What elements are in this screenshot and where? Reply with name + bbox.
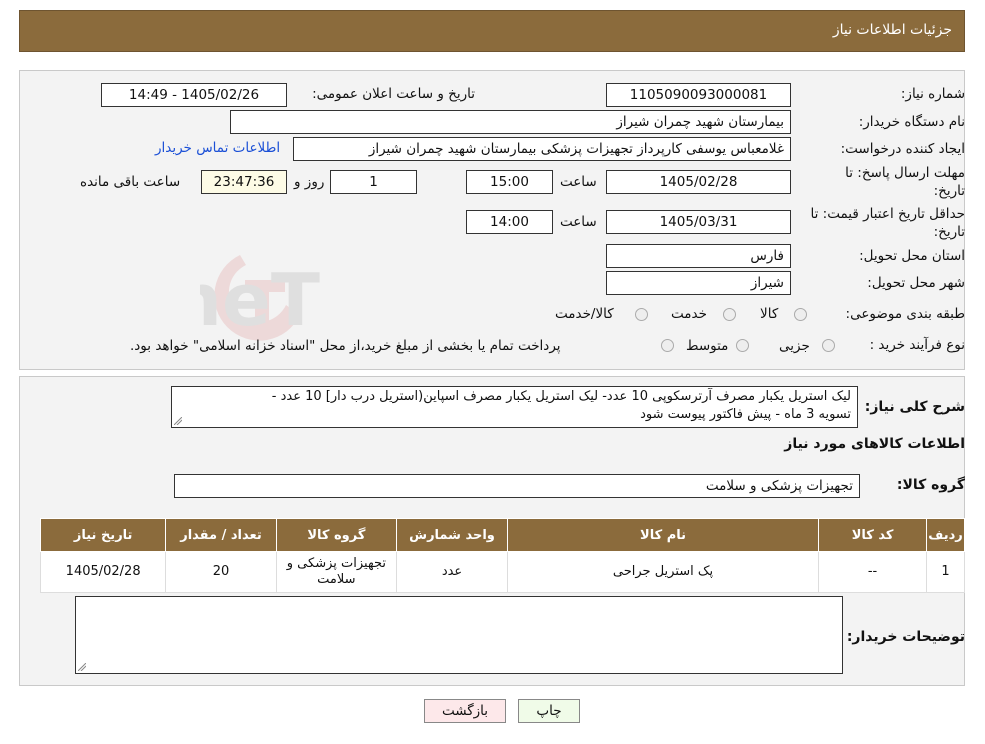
deadline-time-field: 15:00 [466,170,553,194]
deadline-label: مهلت ارسال پاسخ: تا [845,165,965,181]
goods-table-header: ردیف کد کالا نام کالا واحد شمارش گروه کا… [39,518,965,552]
province-field: فارس [606,244,791,268]
remaining-time-field: 23:47:36 [201,170,287,194]
city-field: شیراز [606,271,791,295]
col-name: نام کالا [506,518,820,552]
category-label: طبقه بندی موضوعی: [845,306,965,322]
contact-buyer-link[interactable]: اطلاعات تماس خریدار [155,140,280,156]
process-minor-label: جزیی [779,338,810,354]
col-code: کد کالا [818,518,928,552]
validity-date-field: 1405/03/31 [606,210,791,234]
process-treasury-checkbox[interactable] [661,339,674,352]
col-group: گروه کالا [275,518,398,552]
page-title: جزئیات اطلاعات نیاز [832,22,952,38]
validity-time-field: 14:00 [466,210,553,234]
goods-group-field: تجهیزات پزشکی و سلامت [174,474,860,498]
category-goods-service-radio[interactable] [635,308,648,321]
summary-label: شرح کلی نیاز: [864,399,965,415]
days-field: 1 [330,170,417,194]
page-header: جزئیات اطلاعات نیاز [19,10,965,52]
deadline-label-2: تاریخ: [933,183,965,199]
process-medium-radio[interactable] [736,339,749,352]
category-goods-label: کالا [760,306,779,322]
remaining-label: ساعت باقی مانده [80,174,181,190]
cell-group: تجهیزات پزشکی و سلامت [275,551,398,593]
cell-unit: عدد [396,551,508,593]
table-row: 1 -- پک استریل جراحی عدد تجهیزات پزشکی و… [39,551,965,593]
process-label: نوع فرآیند خرید : [869,337,965,353]
category-service-label: خدمت [671,306,707,322]
creator-label: ایجاد کننده درخواست: [840,141,965,157]
days-label: روز و [294,174,325,190]
cell-row: 1 [926,551,965,593]
goods-table: ردیف کد کالا نام کالا واحد شمارش گروه کا… [39,518,965,593]
city-label: شهر محل تحویل: [867,275,965,291]
cell-qty: 20 [165,551,277,593]
col-row: ردیف [926,518,965,552]
col-unit: واحد شمارش [396,518,508,552]
buyer-notes-label: توضیحات خریدار: [846,629,965,645]
back-button[interactable]: بازگشت [424,699,506,723]
need-number-field: 1105090093000081 [606,83,791,107]
print-button[interactable]: چاپ [518,699,580,723]
summary-textarea[interactable]: لیک استریل یکبار مصرف آرترسکوپی 10 عدد- … [171,386,858,428]
category-goods-radio[interactable] [794,308,807,321]
col-date: تاریخ نیاز [39,518,167,552]
buyer-org-label: نام دستگاه خریدار: [858,114,965,130]
cell-code: -- [818,551,928,593]
buyer-org-field: بیمارستان شهید چمران شیراز [230,110,791,134]
deadline-time-label: ساعت [560,174,597,190]
resize-grip-icon[interactable] [174,417,182,425]
province-label: استان محل تحویل: [859,248,965,264]
summary-line-2: تسویه 3 ماه - پیش فاکتور پیوست شود [640,407,851,422]
col-qty: تعداد / مقدار [165,518,277,552]
goods-group-label: گروه کالا: [896,477,965,493]
goods-section-title: اطلاعات کالاهای مورد نیاز [784,436,965,452]
validity-time-label: ساعت [560,214,597,230]
validity-label: حداقل تاریخ اعتبار قیمت: تا [810,206,965,222]
process-note: پرداخت تمام یا بخشی از مبلغ خرید،از محل … [130,338,561,354]
announce-datetime-field: 1405/02/26 - 14:49 [101,83,287,107]
validity-label-2: تاریخ: [933,224,965,240]
cell-name: پک استریل جراحی [506,551,820,593]
need-number-label: شماره نیاز: [900,86,965,102]
category-service-radio[interactable] [723,308,736,321]
category-goods-service-label: کالا/خدمت [555,306,614,322]
announce-label: تاریخ و ساعت اعلان عمومی: [312,86,475,102]
deadline-date-field: 1405/02/28 [606,170,791,194]
summary-line-1: لیک استریل یکبار مصرف آرترسکوپی 10 عدد- … [271,389,851,404]
buyer-notes-textarea[interactable] [75,596,843,674]
resize-grip-icon[interactable] [78,663,86,671]
process-minor-radio[interactable] [822,339,835,352]
process-medium-label: متوسط [686,338,729,354]
creator-field: غلامعباس یوسفی کارپرداز تجهیزات پزشکی بی… [293,137,791,161]
cell-date: 1405/02/28 [39,551,167,593]
